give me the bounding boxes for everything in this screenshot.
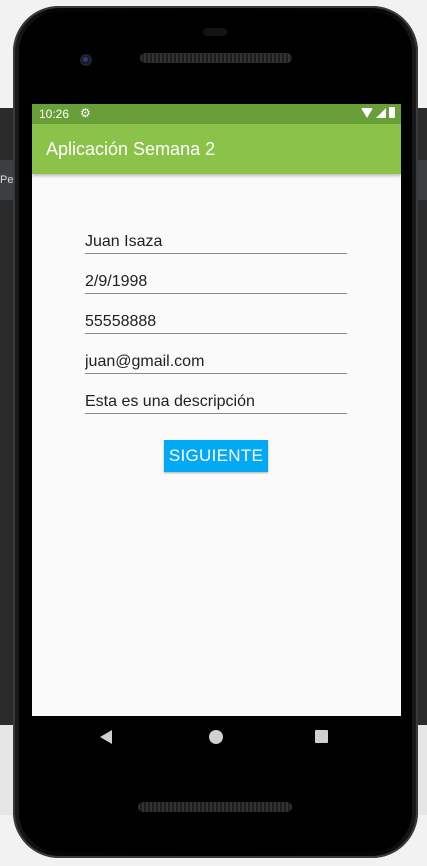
birthdate-input[interactable] [85,273,347,291]
signal-icon [376,107,386,118]
app-screen: 10:26 ⚙ Aplicación Semana 2 SIGUIENTE [32,104,401,716]
emulator-stage: Pet 10:26 ⚙ Aplicación Semana 2 Juan Isa… [0,0,427,866]
description-input[interactable] [85,393,347,411]
back-icon[interactable] [100,730,112,744]
battery-icon [389,107,395,118]
earpiece-speaker [140,53,292,63]
status-icons [361,107,395,118]
description-field[interactable] [85,385,347,414]
status-bar: 10:26 ⚙ [32,104,401,124]
phone-input[interactable] [85,313,347,331]
proximity-sensor [203,28,227,36]
home-icon[interactable] [209,730,223,744]
name-field[interactable] [85,225,347,254]
name-input[interactable] [85,233,347,251]
next-button[interactable]: SIGUIENTE [164,440,268,472]
status-time: 10:26 [39,107,70,121]
email-field[interactable] [85,345,347,374]
app-title: Aplicación Semana 2 [46,139,216,159]
recents-icon[interactable] [315,730,328,743]
app-bar: Aplicación Semana 2 [32,124,401,174]
phone-field[interactable] [85,305,347,334]
birthdate-field[interactable] [85,265,347,294]
front-camera-icon [80,54,92,66]
wifi-icon [361,107,373,118]
email-input[interactable] [85,353,347,371]
settings-gear-icon: ⚙ [80,106,91,120]
bottom-speaker [138,802,292,812]
navigation-bar [32,716,401,760]
